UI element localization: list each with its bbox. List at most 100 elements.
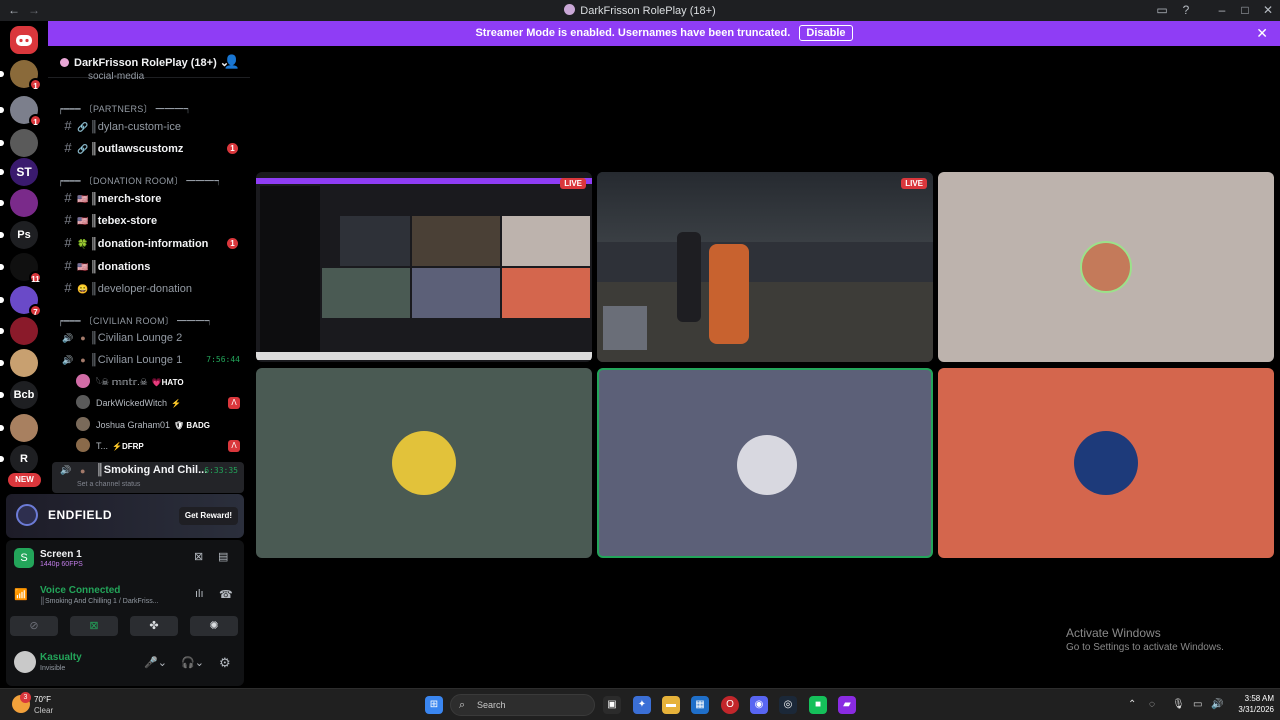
taskbar-search[interactable]: ⌕ Search [450, 694, 595, 716]
voice-user-name: 𓆩☠︎ 𝕞𝕟𝕥𝕣.☠︎ [96, 377, 148, 387]
weather-desc[interactable]: Clear [34, 706, 53, 715]
channel-item[interactable]: # 🇺🇸║donations [60, 256, 246, 276]
server-icon[interactable]: ST [10, 158, 38, 186]
paint-icon[interactable]: ▰ [838, 696, 856, 714]
microphone-icon[interactable]: 🎤⌄ [144, 656, 167, 669]
inbox-icon[interactable]: ▭ [1154, 3, 1170, 17]
get-reward-button[interactable]: Get Reward! [178, 507, 238, 525]
tray-volume-icon[interactable]: 🔊 [1211, 699, 1223, 710]
active-voice-channel[interactable]: 🔊 ● ║Smoking And Chil... 6:33:35 Set a chann… [52, 462, 244, 493]
channel-item[interactable]: # 🍀║donation-information 1 [60, 233, 246, 253]
server-icon[interactable] [10, 414, 38, 442]
tray-network-icon[interactable]: ◌ [1149, 699, 1155, 710]
category-donation-room[interactable]: ┍━━━ 〔DONATION ROOM〕 ━━━┑ [58, 174, 224, 187]
stream-settings-icon[interactable]: ▤ [218, 550, 228, 563]
server-unread-pill [0, 392, 4, 398]
server-icon[interactable] [10, 349, 38, 377]
channel-item[interactable]: # 🔗║dylan-custom-ice [60, 116, 246, 136]
activities-button[interactable]: ✤ [130, 616, 178, 636]
settings-gear-icon[interactable]: ⚙ [219, 655, 231, 671]
category-partners[interactable]: ┍━━━ 〔PARTNERS〕 ━━━┑ [58, 102, 193, 115]
windows-taskbar: 3 70°F Clear ⊞ ⌕ Search ▣ ✦ ▬ ▦ O ◉ ◎ ■ … [0, 688, 1280, 720]
tray-clock[interactable]: 3:58 AM 3/31/2026 [1238, 693, 1274, 715]
participant-tile[interactable] [938, 172, 1274, 362]
category-civilian-room[interactable]: ┍━━━ 〔CIVILIAN ROOM〕 ━━━┑ [58, 314, 214, 327]
participant-avatar [392, 431, 456, 495]
participant-tile[interactable] [597, 368, 933, 558]
server-unread-pill [0, 107, 4, 113]
server-icon[interactable] [10, 317, 38, 345]
server-icon[interactable]: R [10, 445, 38, 473]
tray-display-icon[interactable]: ▭ [1193, 699, 1202, 710]
stream-tile-game[interactable]: LIVE [597, 172, 933, 362]
start-button[interactable]: ⊞ [425, 696, 443, 714]
participant-tile[interactable] [938, 368, 1274, 558]
task-view-icon[interactable]: ▣ [603, 696, 621, 714]
store-icon[interactable]: ▦ [691, 696, 709, 714]
file-explorer-icon[interactable]: ▬ [662, 696, 680, 714]
discord-home-icon[interactable] [10, 26, 38, 54]
tray-chevron-icon[interactable]: ⌃ [1128, 699, 1136, 710]
channel-item[interactable]: # 🇺🇸║tebex-store [60, 210, 246, 230]
opera-icon[interactable]: O [721, 696, 739, 714]
server-icon[interactable]: 7 [10, 286, 42, 317]
voice-connected-title[interactable]: Voice Connected [40, 585, 120, 596]
voice-connected-subtitle[interactable]: ║Smoking And Chilling 1 / DarkFriss... [40, 598, 159, 605]
copilot-icon[interactable]: ✦ [633, 696, 651, 714]
text-channel-icon: # [64, 140, 72, 155]
username[interactable]: Kasualty [40, 652, 82, 663]
app-icon[interactable]: ■ [809, 696, 827, 714]
nested-tile [502, 268, 590, 318]
text-channel-icon: # [64, 235, 72, 250]
server-mention-badge: 1 [29, 78, 42, 91]
maximize-button[interactable]: □ [1237, 3, 1253, 17]
add-member-icon[interactable]: 👤 [224, 54, 240, 70]
noise-suppression-icon[interactable]: ılı [195, 588, 204, 600]
steam-icon[interactable]: ◎ [779, 696, 797, 714]
server-icon[interactable] [10, 129, 38, 157]
new-unreads-pill[interactable]: NEW [8, 473, 41, 487]
server-icon[interactable] [10, 189, 38, 217]
voice-user-name: T... [96, 441, 109, 451]
help-icon[interactable]: ? [1178, 3, 1194, 17]
voice-user[interactable]: DarkWickedWitch ⚡ Λ [76, 393, 246, 413]
stream-tile-screen[interactable]: LIVE [256, 172, 592, 362]
tray-mic-icon[interactable]: 🎙 [1172, 699, 1185, 710]
soundboard-button[interactable]: ✺ [190, 616, 238, 636]
disconnect-icon[interactable]: ☎ [219, 588, 233, 601]
channel-name: ║developer-donation [90, 283, 192, 295]
avatar[interactable] [14, 651, 36, 673]
voice-channel-item[interactable]: 🔊 ● ║Civilian Lounge 1 7:56:44 [60, 350, 246, 370]
minimize-button[interactable]: – [1214, 3, 1230, 17]
server-icon[interactable]: 1 [10, 60, 42, 91]
screen-share-button[interactable]: ⊠ [70, 616, 118, 636]
banner-close-icon[interactable]: ✕ [1256, 21, 1268, 46]
server-icon[interactable]: Ps [10, 221, 38, 249]
channel-item[interactable]: # 🇺🇸║merch-store [60, 188, 246, 208]
voice-user[interactable]: Joshua Graham01 🛡 BADG [76, 415, 246, 435]
signal-icon[interactable]: 📶 [14, 588, 28, 601]
close-window-button[interactable]: ✕ [1260, 3, 1276, 17]
game-promo-card[interactable]: ENDFIELD Get Reward! [6, 494, 244, 538]
voice-channel-item[interactable]: 🔊 ● ║Civilian Lounge 2 [60, 328, 246, 348]
stream-title: Screen 1 [40, 549, 82, 560]
window-title-text: DarkFrisson RolePlay (18+) [580, 5, 716, 17]
server-icon[interactable]: 1 [10, 96, 42, 127]
channel-item[interactable]: # 🔗║outlawscustomz 1 [60, 138, 246, 158]
weather-temp[interactable]: 70°F [34, 695, 51, 704]
stop-stream-icon[interactable]: ⊠ [194, 550, 203, 563]
voice-user[interactable]: T... ⚡DFRP Λ [76, 436, 246, 456]
channel-item[interactable]: # 😀║developer-donation [60, 278, 246, 298]
voice-user[interactable]: 𓆩☠︎ 𝕞𝕟𝕥𝕣.☠︎ 💗HATO [76, 372, 246, 392]
channel-status-input[interactable]: Set a channel status [77, 481, 140, 488]
discord-taskbar-icon[interactable]: ◉ [750, 696, 768, 714]
server-icon[interactable]: Bcb [10, 381, 38, 409]
camera-off-button[interactable]: ⊘ [10, 616, 58, 636]
banner-text: Streamer Mode is enabled. Usernames have… [475, 27, 791, 39]
participant-tile[interactable] [256, 368, 592, 558]
headphones-icon[interactable]: 🎧⌄ [181, 656, 204, 669]
disable-streamer-mode-button[interactable]: Disable [799, 25, 853, 41]
voice-channel-name: ║Civilian Lounge 1 [90, 354, 183, 366]
server-icon[interactable]: 11 [10, 253, 42, 284]
channel-partial[interactable]: social-media [88, 72, 274, 82]
